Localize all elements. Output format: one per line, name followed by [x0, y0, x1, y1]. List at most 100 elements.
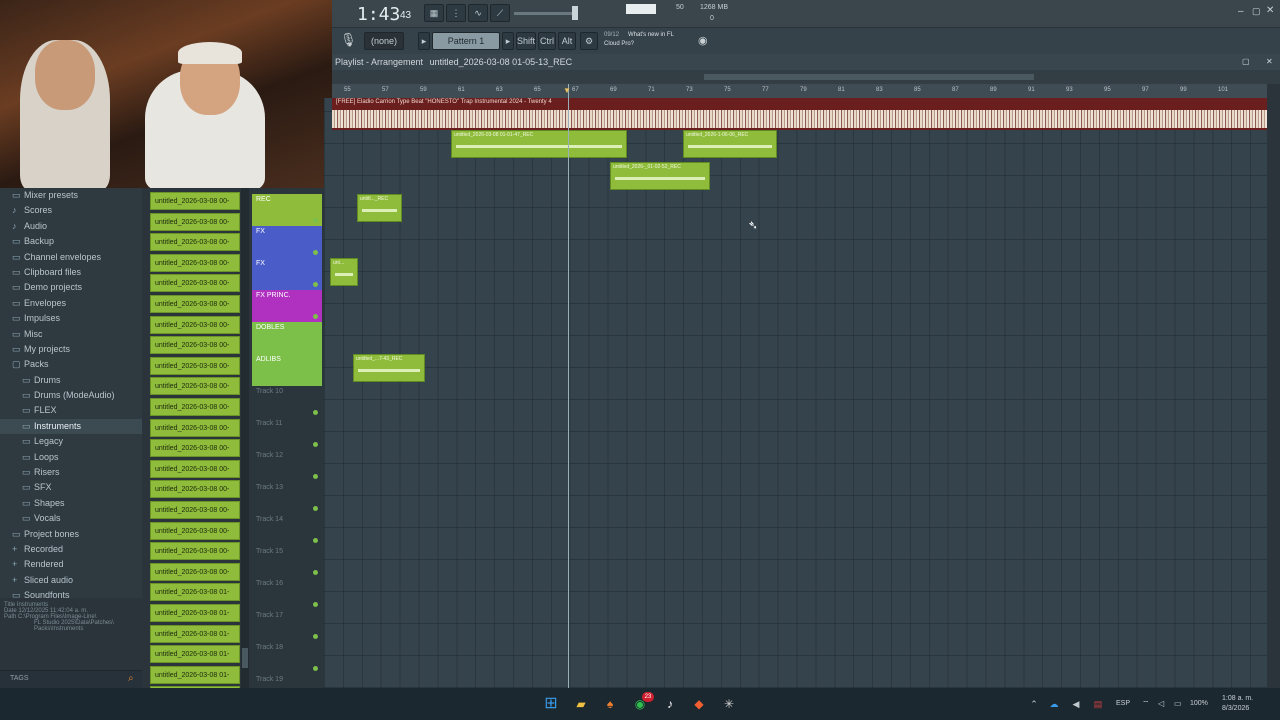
time-ruler[interactable]: 55 57 59 61 63 65 67 69 71 73 75 77 79 81 83 85 87 89 91 93… — [332, 84, 1267, 98]
minimize-icon[interactable]: – — [1238, 6, 1244, 17]
browser-item[interactable]: ▭ Backup — [0, 234, 142, 249]
track-led[interactable] — [313, 250, 318, 255]
search-icon[interactable]: ⌕ — [128, 673, 134, 684]
browser-item[interactable]: ▭ FLEX — [0, 403, 142, 418]
clock-date[interactable]: 8/3/2026 — [1222, 705, 1249, 712]
track-header[interactable]: REC — [252, 194, 322, 226]
close-icon[interactable]: ✕ — [1266, 5, 1274, 16]
channel-button[interactable]: untitled_2026-03-08 00- — [150, 418, 240, 437]
channel-button[interactable]: untitled_2026-03-08 00- — [150, 459, 240, 478]
shift-button[interactable]: Shift — [516, 32, 536, 50]
microphone-icon[interactable]: 🎙 — [340, 32, 357, 48]
track-led[interactable] — [313, 634, 318, 639]
track-led[interactable] — [313, 570, 318, 575]
arrangement-name[interactable]: untitled_2026-03-08 01-05-13_REC — [430, 57, 573, 67]
browser-item[interactable]: ▭ My projects — [0, 342, 142, 357]
track-header[interactable]: FX PRINC. — [252, 290, 322, 322]
wave-icon[interactable]: ∿ — [468, 4, 488, 22]
browser-item[interactable]: ▢ Packs — [0, 357, 142, 372]
tags-bar[interactable]: TAGS ⌕ — [0, 670, 142, 688]
channel-button[interactable]: untitled_2026-03-08 00- — [150, 192, 240, 210]
playlist-close-icon[interactable]: ✕ — [1266, 54, 1273, 70]
browser-item[interactable]: ▭ Misc — [0, 327, 142, 342]
channel-button[interactable]: untitled_2026-03-08 00- — [150, 398, 240, 416]
fl-studio-icon[interactable]: ♠ — [600, 694, 620, 714]
volume-knob[interactable] — [572, 6, 578, 20]
track-led[interactable] — [313, 602, 318, 607]
channel-button[interactable]: untitled_2026-03-08 00- — [150, 356, 240, 375]
track-led[interactable] — [313, 538, 318, 543]
notification-icon[interactable]: ▤ — [1088, 694, 1108, 714]
track-header[interactable]: Track 12 — [252, 450, 322, 482]
file-explorer-icon[interactable]: ▰ — [571, 694, 591, 714]
browser-item[interactable]: ▭ Demo projects — [0, 280, 142, 295]
channel-button[interactable]: untitled_2026-03-08 00- — [150, 501, 240, 519]
maximize-icon[interactable]: ▢ — [1252, 6, 1261, 17]
audio-clip[interactable]: untitled_2026-03-08 01-01-47_REC — [451, 130, 627, 158]
channel-button[interactable]: untitled_2026-03-08 01- — [150, 583, 240, 602]
channel-button[interactable]: untitled_2026-03-08 00- — [150, 480, 240, 499]
browser-item[interactable]: ▭ Project bones — [0, 527, 142, 542]
track-led[interactable] — [313, 506, 318, 511]
playhead[interactable] — [568, 84, 569, 688]
channel-button[interactable]: untitled_2026-03-08 00- — [150, 336, 240, 355]
browser-item[interactable]: ▭ Impulses — [0, 311, 142, 326]
track-header[interactable]: FX — [252, 226, 322, 258]
browser-item[interactable]: ▭ Channel envelopes — [0, 250, 142, 265]
metronome-icon[interactable]: ⟋ — [490, 4, 510, 22]
pattern-selector[interactable]: Pattern 1 — [432, 32, 500, 50]
app-icon[interactable]: ✳ — [719, 694, 739, 714]
browser-item[interactable]: ▭ Legacy — [0, 434, 142, 449]
playlist-grid[interactable] — [324, 98, 1267, 688]
track-header[interactable]: FX — [252, 258, 322, 290]
channel-button[interactable]: untitled_2026-03-08 01- — [150, 665, 240, 684]
browser-item[interactable]: ▭ Drums — [0, 373, 142, 388]
browser-item[interactable]: ▭ Clipboard files — [0, 265, 142, 280]
browser-item[interactable]: ▭ Risers — [0, 465, 142, 480]
track-header[interactable]: Track 11 — [252, 418, 322, 450]
tiktok-icon[interactable]: ♪ — [660, 694, 680, 714]
overview-strip[interactable] — [332, 70, 1280, 84]
pattern-prev-icon[interactable]: ▸ — [418, 32, 430, 50]
channel-button[interactable]: untitled_2026-03-08 01- — [150, 624, 240, 643]
channel-button[interactable]: untitled_2026-03-08 00- — [150, 274, 240, 293]
speaker-icon[interactable]: ◀ — [1066, 694, 1086, 714]
audio-clip[interactable]: untitled_...7-43_REC — [353, 354, 425, 382]
clock-time[interactable]: 1:08 a. m. — [1222, 695, 1253, 702]
browser-item[interactable]: ▭ SFX — [0, 480, 142, 495]
playhead-marker-icon[interactable]: ▼ — [563, 86, 571, 95]
track-led[interactable] — [313, 378, 318, 383]
pattern-add-icon[interactable]: ▸ — [502, 32, 514, 50]
track-header[interactable]: Track 15 — [252, 546, 322, 578]
track-header[interactable]: Track 13 — [252, 482, 322, 514]
browser-item[interactable]: ▭ Envelopes — [0, 296, 142, 311]
wifi-icon[interactable]: ⌔ — [1142, 699, 1150, 709]
hint-line-2[interactable]: Cloud Pro? — [604, 41, 634, 47]
master-volume-slider[interactable] — [514, 12, 574, 15]
browser-item[interactable]: + Recorded — [0, 542, 142, 557]
playlist-restore-icon[interactable]: ▢ — [1242, 54, 1250, 70]
audio-clip-beat[interactable]: [FREE] Eladio Carrion Type Beat "HONESTO… — [332, 98, 1267, 130]
windows-start-icon[interactable]: ⊞ — [541, 694, 561, 714]
language-indicator[interactable]: ESP — [1116, 700, 1130, 707]
browser-item[interactable]: ▭ Shapes — [0, 496, 142, 511]
hint-icon[interactable]: ◉ — [698, 34, 708, 47]
channel-button[interactable]: untitled_2026-03-08 00- — [150, 542, 240, 561]
channel-button[interactable]: untitled_2026-03-08 00- — [150, 521, 240, 540]
track-led[interactable] — [313, 442, 318, 447]
browser-item[interactable]: ▭ Mixer presets — [0, 188, 142, 203]
hint-line-1[interactable]: What's new in FL — [628, 32, 674, 38]
channel-selector[interactable]: (none) — [364, 32, 404, 50]
channel-button[interactable]: untitled_2026-03-08 00- — [150, 562, 240, 581]
brave-icon[interactable]: ◆ — [689, 694, 709, 714]
channel-button[interactable]: untitled_2026-03-08 00- — [150, 315, 240, 334]
channel-button[interactable]: untitled_2026-03-08 00- — [150, 377, 240, 396]
track-header[interactable]: Track 18 — [252, 642, 322, 674]
vertical-scrollbar[interactable] — [1267, 84, 1280, 688]
track-header[interactable]: Track 10 — [252, 386, 322, 418]
channel-button[interactable]: untitled_2026-03-08 00- — [150, 439, 240, 458]
audio-clip[interactable]: untitl..._REC — [357, 194, 402, 222]
cloud-icon[interactable]: ⚙ — [580, 32, 598, 50]
track-led[interactable] — [313, 218, 318, 223]
audio-clip[interactable]: unt... — [330, 258, 358, 286]
